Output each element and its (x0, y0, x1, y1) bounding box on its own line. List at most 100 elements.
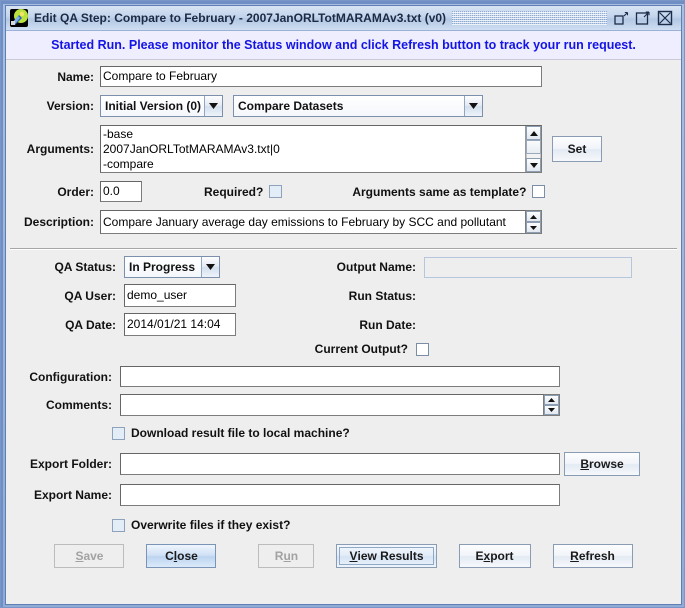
export-button[interactable]: Ex port (458, 544, 531, 568)
chevron-down-icon (204, 96, 222, 116)
close-button[interactable]: Cl ose (146, 544, 217, 568)
export-folder-input[interactable] (120, 453, 560, 475)
version-row: Version: Initial Version (0) Compare Dat… (6, 95, 681, 117)
titlebar-buttons (613, 10, 679, 26)
order-input[interactable]: 0.0 (100, 181, 142, 202)
qa-user-input[interactable]: demo_user (124, 284, 236, 307)
scroll-up-icon[interactable] (526, 126, 541, 140)
export-name-input[interactable] (120, 484, 560, 506)
version-combobox-value: Initial Version (0) (101, 96, 204, 116)
scroll-up-icon[interactable] (544, 395, 559, 405)
download-result-checkbox-row[interactable]: Download result file to local machine? (112, 426, 350, 440)
close-icon[interactable] (657, 10, 673, 26)
scroll-down-icon[interactable] (544, 405, 559, 415)
browse-button[interactable]: Browse (564, 452, 640, 476)
export-button-pre: E (475, 549, 484, 563)
save-button[interactable]: Save (54, 544, 125, 568)
comments-input[interactable] (120, 394, 544, 416)
comments-label: Comments: (45, 398, 112, 412)
refresh-button-rest: efresh (578, 549, 615, 563)
save-button-rest: ave (83, 549, 104, 563)
arguments-row: Arguments: -base 2007JanORLTotMARAMAv3.t… (6, 125, 681, 173)
output-name-input (424, 256, 632, 278)
qa-status-combobox-value: In Progress (125, 257, 201, 277)
scroll-up-icon[interactable] (526, 211, 541, 222)
overwrite-checkbox[interactable] (112, 518, 125, 532)
name-row: Name: Compare to February (6, 66, 681, 87)
run-button[interactable]: Run (258, 544, 315, 568)
arguments-scrollbar[interactable] (525, 126, 541, 172)
description-row: Description: Compare January average day… (6, 210, 681, 234)
qa-run-panel: QA Status: In Progress Output Name: QA U… (6, 250, 681, 568)
scroll-down-icon[interactable] (526, 222, 541, 233)
qa-status-combobox[interactable]: In Progress (124, 256, 220, 278)
minimize-icon[interactable] (613, 10, 629, 26)
close-button-pre: C (165, 549, 174, 563)
comments-scrollbar[interactable] (544, 394, 560, 416)
export-folder-row: Export Folder: Browse (6, 452, 681, 476)
qa-user-label: QA User: (64, 288, 116, 303)
description-input[interactable]: Compare January average day emissions to… (100, 210, 526, 234)
run-button-rest: n (290, 549, 299, 563)
window-content: Edit QA Step: Compare to February - 2007… (5, 5, 682, 605)
app-icon (10, 9, 28, 27)
refresh-button[interactable]: Refresh (552, 544, 633, 568)
refresh-mnemonic: R (570, 549, 579, 563)
configuration-label: Configuration: (29, 369, 112, 384)
output-name-label: Output Name: (336, 260, 416, 274)
description-label: Description: (23, 215, 94, 229)
close-button-rest: ose (177, 549, 198, 563)
export-name-row: Export Name: (6, 484, 681, 506)
args-same-as-template-row[interactable]: Arguments same as template? (352, 185, 546, 199)
configuration-input[interactable] (120, 366, 560, 387)
set-arguments-button[interactable]: Set (552, 136, 602, 162)
download-result-label: Download result file to local machine? (131, 426, 350, 440)
status-banner: Started Run. Please monitor the Status w… (6, 31, 681, 60)
right-button-group: Run View Results Ex port Refresh (258, 544, 633, 568)
export-mnemonic: x (483, 549, 491, 563)
args-same-as-template-checkbox[interactable] (532, 185, 546, 198)
name-input[interactable]: Compare to February (100, 66, 542, 87)
qa-status-label: QA Status: (54, 260, 116, 274)
configuration-row: Configuration: (6, 366, 681, 387)
qa-date-row: QA Date: 2014/01/21 14:04 Run Date: (6, 313, 681, 336)
arguments-textarea-wrapper[interactable]: -base 2007JanORLTotMARAMAv3.txt|0 -compa… (100, 125, 542, 173)
arguments-label: Arguments: (26, 142, 94, 156)
required-checkbox-row[interactable]: Required? (204, 185, 283, 199)
chevron-down-icon (464, 96, 482, 116)
name-label: Name: (57, 69, 94, 84)
run-button-pre: R (274, 549, 284, 563)
overwrite-checkbox-row[interactable]: Overwrite files if they exist? (112, 518, 290, 532)
run-date-label: Run Date: (359, 317, 416, 332)
description-scrollbar[interactable] (526, 210, 542, 234)
qa-date-label: QA Date: (65, 317, 116, 332)
save-mnemonic: S (75, 549, 84, 563)
export-button-rest: port (490, 549, 514, 563)
program-combobox[interactable]: Compare Datasets (233, 95, 483, 117)
edit-qa-step-window: Edit QA Step: Compare to February - 2007… (0, 0, 685, 608)
required-checkbox[interactable] (269, 185, 283, 198)
chevron-down-icon (201, 257, 219, 277)
view-results-button[interactable]: View Results (336, 544, 437, 568)
export-name-label: Export Name: (33, 488, 112, 502)
view-results-button-rest: iew Results (357, 549, 424, 563)
comments-row: Comments: (6, 394, 681, 416)
version-label: Version: (46, 99, 94, 113)
download-result-row: Download result file to local machine? (6, 426, 681, 440)
download-result-checkbox[interactable] (112, 426, 125, 440)
qa-date-input[interactable]: 2014/01/21 14:04 (124, 313, 236, 336)
window-title: Edit QA Step: Compare to February - 2007… (34, 11, 447, 25)
window-titlebar[interactable]: Edit QA Step: Compare to February - 2007… (6, 6, 681, 31)
scrollbar-thumb[interactable] (526, 140, 541, 154)
arguments-textarea[interactable]: -base 2007JanORLTotMARAMAv3.txt|0 -compa… (101, 126, 525, 172)
qa-step-details-panel: Name: Compare to February Version: Initi… (6, 60, 681, 246)
status-banner-text: Started Run. Please monitor the Status w… (51, 38, 636, 52)
version-combobox[interactable]: Initial Version (0) (100, 95, 223, 117)
maximize-icon[interactable] (635, 10, 651, 26)
titlebar-texture (452, 11, 607, 25)
dialog-button-bar: Save Cl ose Run View Results Ex port Refre… (6, 538, 681, 568)
current-output-checkbox[interactable] (416, 342, 429, 356)
overwrite-row: Overwrite files if they exist? (6, 518, 681, 532)
run-mnemonic: u (283, 549, 291, 563)
scroll-down-icon[interactable] (526, 158, 541, 172)
